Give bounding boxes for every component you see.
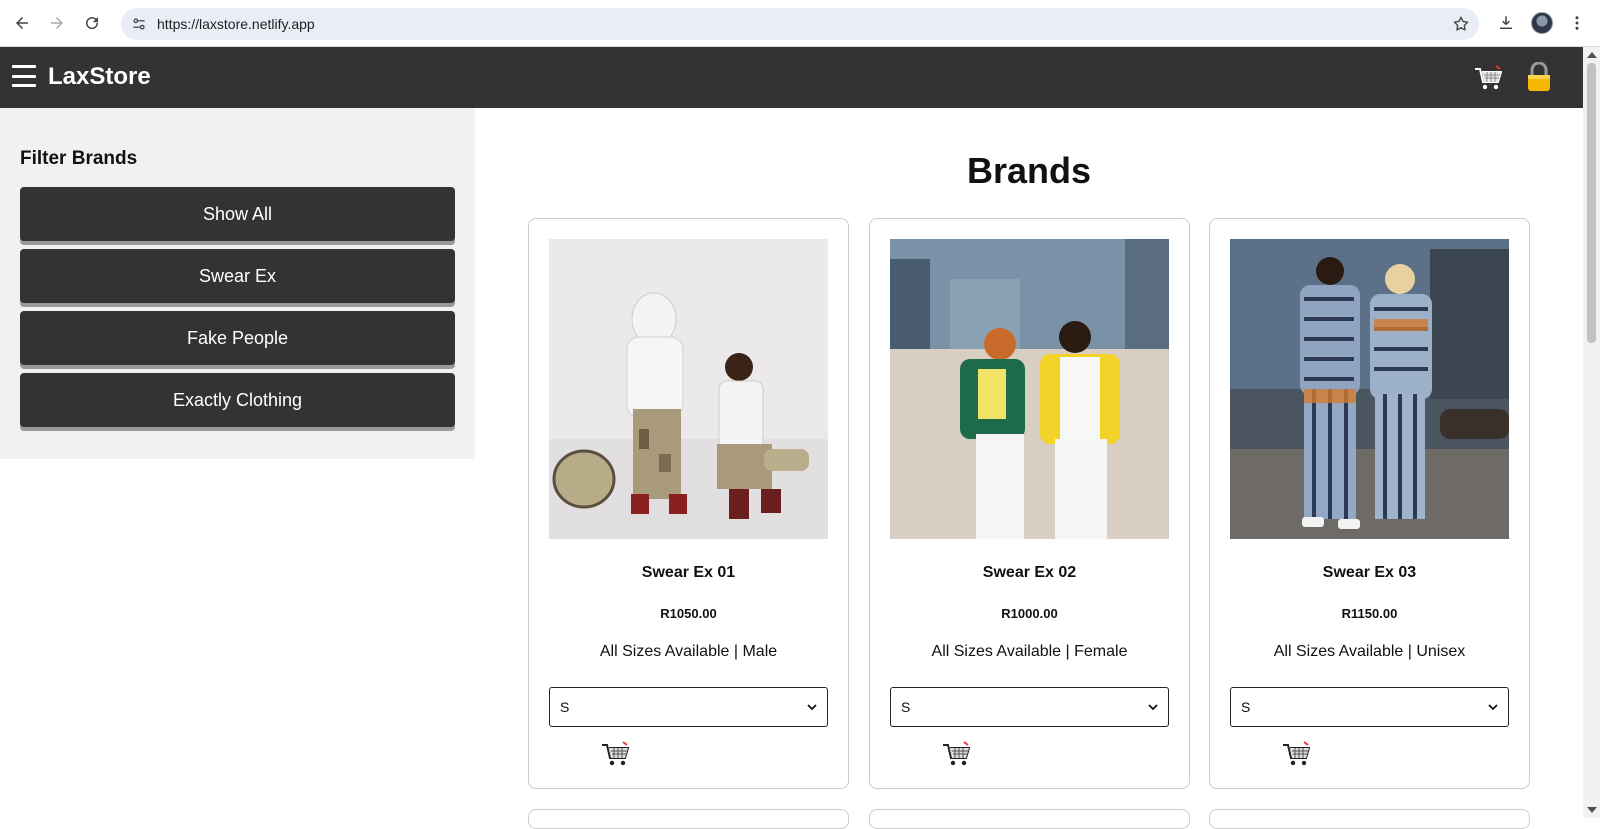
bookmark-star-icon[interactable]	[1451, 14, 1471, 34]
product-price: R1000.00	[1001, 606, 1058, 621]
reload-icon[interactable]	[81, 12, 103, 34]
size-select-value: S	[560, 699, 570, 715]
page-title: Brands	[966, 150, 1092, 191]
size-select-value: S	[1241, 699, 1251, 715]
forward-icon[interactable]	[46, 12, 68, 34]
product-description: All Sizes Available | Male	[599, 643, 778, 660]
size-select[interactable]: S	[549, 687, 828, 727]
url-text[interactable]: https://laxstore.netlify.app	[157, 16, 315, 32]
scroll-up-icon[interactable]	[1587, 52, 1597, 58]
page-scrollbar[interactable]	[1583, 47, 1600, 818]
lock-icon[interactable]	[1526, 61, 1552, 92]
product-description: All Sizes Available | Female	[931, 643, 1128, 660]
address-bar[interactable]: https://laxstore.netlify.app	[121, 8, 1479, 40]
size-select-value: S	[901, 699, 911, 715]
profile-avatar-icon[interactable]	[1531, 12, 1553, 34]
product-card: Swear Ex 01 R1050.00 All Sizes Available…	[528, 218, 849, 789]
size-select[interactable]: S	[1230, 687, 1509, 727]
product-name: Swear Ex 02	[982, 564, 1077, 581]
product-card	[869, 809, 1190, 829]
scroll-down-icon[interactable]	[1587, 807, 1597, 813]
filter-exactly-clothing-button[interactable]: Exactly Clothing	[20, 373, 455, 427]
product-card	[528, 809, 849, 829]
filter-show-all-button[interactable]: Show All	[20, 187, 455, 241]
filter-swear-ex-button[interactable]: Swear Ex	[20, 249, 455, 303]
cart-icon[interactable]	[1474, 64, 1503, 92]
product-price: R1050.00	[660, 606, 717, 621]
size-select[interactable]: S	[890, 687, 1169, 727]
product-card: Swear Ex 02 R1000.00 All Sizes Available…	[869, 218, 1190, 789]
more-icon[interactable]	[1566, 12, 1588, 34]
product-name: Swear Ex 01	[641, 564, 736, 581]
chevron-down-icon	[1488, 704, 1498, 711]
hamburger-icon[interactable]	[12, 65, 36, 87]
chevron-down-icon	[807, 704, 817, 711]
add-to-cart-icon[interactable]	[1282, 740, 1311, 768]
filter-sidebar: Filter Brands Show All Swear Ex Fake Peo…	[0, 108, 475, 459]
product-price: R1150.00	[1341, 606, 1398, 621]
add-to-cart-icon[interactable]	[601, 740, 630, 768]
sidebar-title: Filter Brands	[20, 148, 138, 169]
product-card	[1209, 809, 1530, 829]
back-icon[interactable]	[11, 12, 33, 34]
add-to-cart-icon[interactable]	[942, 740, 971, 768]
download-icon[interactable]	[1495, 12, 1517, 34]
product-card: Swear Ex 03 R1150.00 All Sizes Available…	[1209, 218, 1530, 789]
scroll-thumb[interactable]	[1587, 63, 1596, 343]
site-header: LaxStore	[0, 47, 1583, 108]
product-image[interactable]	[549, 239, 828, 539]
chevron-down-icon	[1148, 704, 1158, 711]
site-logo[interactable]: LaxStore	[48, 63, 151, 91]
filter-fake-people-button[interactable]: Fake People	[20, 311, 455, 365]
product-image[interactable]	[890, 239, 1169, 539]
product-name: Swear Ex 03	[1322, 564, 1417, 581]
site-info-icon[interactable]	[129, 14, 149, 34]
product-description: All Sizes Available | Unisex	[1273, 643, 1466, 660]
product-image[interactable]	[1230, 239, 1509, 539]
browser-toolbar: https://laxstore.netlify.app	[0, 0, 1600, 47]
